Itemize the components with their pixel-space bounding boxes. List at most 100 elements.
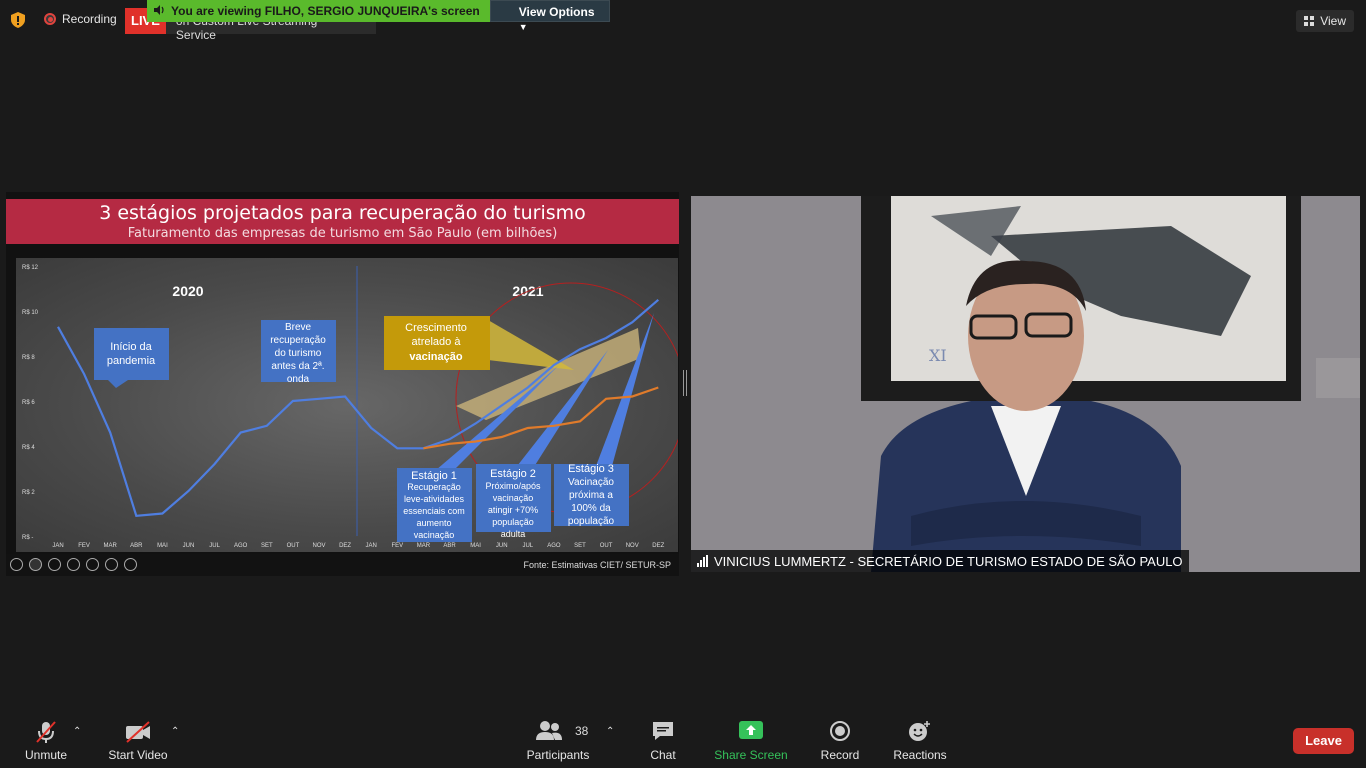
x-tick-label: MAR <box>104 543 118 549</box>
next-slide-icon[interactable] <box>29 558 42 571</box>
viewing-banner-text: You are viewing FILHO, SERGIO JUNQUEIRA'… <box>171 4 480 18</box>
x-tick-label: JUL <box>522 543 533 549</box>
participants-label: Participants <box>526 748 590 762</box>
video-off-icon <box>126 721 150 743</box>
participants-icon <box>536 721 563 740</box>
svg-text:população: população <box>492 517 534 527</box>
top-bar: Recording LIVE on Custom Live Streaming … <box>0 0 1366 42</box>
svg-text:onda: onda <box>287 374 310 385</box>
x-tick-label: JAN <box>366 543 377 549</box>
pen-icon[interactable] <box>48 558 61 571</box>
reactions-icon <box>909 721 930 741</box>
shield-icon[interactable] <box>11 12 25 28</box>
start-video-label: Start Video <box>108 748 168 762</box>
chevron-down-icon: ▼ <box>518 22 528 32</box>
meeting-toolbar: Unmute ⌃ Start Video ⌃ Participants 38 ⌃… <box>0 712 1366 768</box>
share-screen-label: Share Screen <box>714 748 788 762</box>
signal-bars-icon <box>697 555 708 567</box>
viewing-banner-text-wrap: You are viewing FILHO, SERGIO JUNQUEIRA'… <box>147 0 490 22</box>
share-screen-icon <box>739 721 763 739</box>
grid-icon <box>1304 16 1315 26</box>
x-tick-label: JAN <box>52 543 63 549</box>
record-button[interactable]: Record <box>816 712 864 768</box>
view-options-button[interactable]: View Options ▼ <box>489 0 610 32</box>
x-tick-label: OUT <box>287 543 300 549</box>
recording-label: Recording <box>62 12 117 26</box>
participants-button[interactable]: Participants <box>526 712 590 768</box>
unmute-label: Unmute <box>24 748 68 762</box>
video-options-caret-icon[interactable]: ⌃ <box>171 726 179 737</box>
x-tick-label: JUN <box>496 543 508 549</box>
x-tick-label: FEV <box>391 543 403 549</box>
start-video-button[interactable]: Start Video <box>104 712 172 768</box>
chat-label: Chat <box>650 748 676 762</box>
svg-text:vacinação: vacinação <box>414 530 455 540</box>
y-tick-label: R$ 6 <box>22 400 35 406</box>
svg-text:próxima a: próxima a <box>569 490 613 501</box>
view-button[interactable]: View <box>1296 10 1354 32</box>
participants-caret-icon[interactable]: ⌃ <box>606 726 614 737</box>
callout-breve: Breve recuperação do turismo antes da 2ª… <box>261 320 336 385</box>
callout-estagio1: Estágio 1 Recuperação leve-atividades es… <box>397 468 472 542</box>
y-tick-label: R$ - <box>22 535 33 541</box>
svg-text:Estágio 2: Estágio 2 <box>490 468 536 480</box>
speaker-name-bar: VINICIUS LUMMERTZ - SECRETÁRIO DE TURISM… <box>691 550 1189 572</box>
svg-text:essenciais com: essenciais com <box>403 506 465 516</box>
x-tick-label: OUT <box>600 543 613 549</box>
speaker-video-image: XI <box>691 196 1360 572</box>
audio-options-caret-icon[interactable]: ⌃ <box>73 726 81 737</box>
svg-text:aumento: aumento <box>416 518 451 528</box>
source-note: Fonte: Estimativas CIET/ SETUR-SP <box>523 560 671 570</box>
speaker-video[interactable]: XI VINICIUS LUMMERTZ - SECRETÁRIO DE TUR… <box>691 196 1360 572</box>
x-tick-label: SET <box>261 543 273 549</box>
x-tick-label: AGO <box>234 543 248 549</box>
svg-text:Estágio 3: Estágio 3 <box>568 463 614 475</box>
participant-count: 38 <box>575 724 589 738</box>
record-label: Record <box>820 748 860 762</box>
prev-slide-icon[interactable] <box>10 558 23 571</box>
unmute-button[interactable]: Unmute <box>18 712 74 768</box>
leave-button[interactable]: Leave <box>1293 728 1354 754</box>
svg-text:leve-atividades: leve-atividades <box>404 494 465 504</box>
y-tick-label: R$ 12 <box>22 265 39 271</box>
subtitles-icon[interactable] <box>105 558 118 571</box>
reactions-button[interactable]: Reactions <box>892 712 948 768</box>
view-options-label: View Options <box>518 5 595 19</box>
svg-text:antes da 2ª.: antes da 2ª. <box>271 361 324 372</box>
x-tick-label: ABR <box>130 543 143 549</box>
x-tick-label: MAI <box>157 543 168 549</box>
callout-inicio: Início da pandemia <box>94 328 169 388</box>
more-icon[interactable] <box>124 558 137 571</box>
share-screen-button[interactable]: Share Screen <box>714 712 788 768</box>
zoom-icon[interactable] <box>86 558 99 571</box>
svg-text:Início da: Início da <box>110 341 152 353</box>
slides-grid-icon[interactable] <box>67 558 80 571</box>
split-divider-handle[interactable] <box>683 370 687 396</box>
y-tick-label: R$ 4 <box>22 445 35 451</box>
svg-text:XI: XI <box>929 346 947 365</box>
y-tick-label: R$ 10 <box>22 310 39 316</box>
callout-estagio2: Estágio 2 Próximo/após vacinação atingir… <box>476 464 551 539</box>
revenue-chart: 2020 2021 Início da pandemia Breve recup… <box>22 265 679 549</box>
svg-text:100% da: 100% da <box>571 503 611 514</box>
record-icon <box>830 721 850 741</box>
x-tick-label: MAI <box>470 543 481 549</box>
x-tick-label: NOV <box>626 543 639 549</box>
svg-text:do turismo: do turismo <box>275 348 322 359</box>
svg-text:recuperação: recuperação <box>270 335 326 346</box>
svg-text:adulta: adulta <box>501 529 526 539</box>
speaker-name: VINICIUS LUMMERTZ - SECRETÁRIO DE TURISM… <box>714 553 1183 569</box>
recording-indicator[interactable]: Recording <box>44 12 117 26</box>
svg-text:atrelado à: atrelado à <box>412 336 462 348</box>
y-tick-label: R$ 8 <box>22 355 35 361</box>
view-button-label: View <box>1320 14 1346 28</box>
x-tick-label: MAR <box>417 543 431 549</box>
shared-screen[interactable]: 3 estágios projetados para recuperação d… <box>6 192 679 576</box>
chat-button[interactable]: Chat <box>640 712 686 768</box>
slide-controls <box>10 558 137 571</box>
callout-arrow-growth <box>488 320 574 370</box>
chat-icon <box>653 722 673 740</box>
record-dot-icon <box>44 13 56 25</box>
svg-text:Estágio 1: Estágio 1 <box>411 470 457 482</box>
x-tick-label: JUL <box>209 543 220 549</box>
